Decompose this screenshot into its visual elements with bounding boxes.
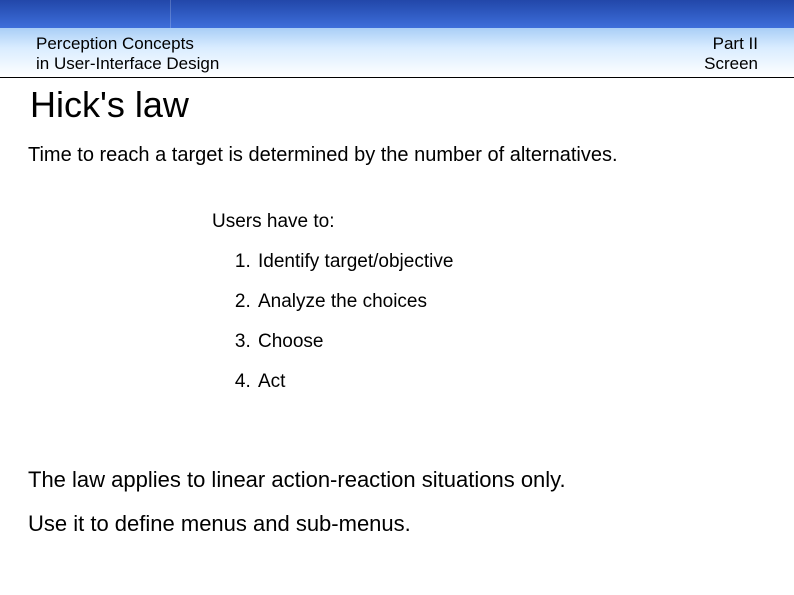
slide-title: Hick's law [0,78,794,128]
step-item: Act [256,371,794,393]
header-left-line2: in User-Interface Design [36,54,219,74]
top-bar-divider [170,0,171,28]
footer-line-1: The law applies to linear action-reactio… [28,467,766,493]
footer-block: The law applies to linear action-reactio… [28,467,766,555]
intro-text: Time to reach a target is determined by … [0,128,794,167]
header-right-line1: Part II [704,34,758,54]
header-left-line1: Perception Concepts [36,34,219,54]
header-right-line2: Screen [704,54,758,74]
step-item: Identify target/objective [256,251,794,273]
steps-lead: Users have to: [212,211,794,233]
step-item: Choose [256,331,794,353]
header-left: Perception Concepts in User-Interface De… [36,34,219,73]
footer-line-2: Use it to define menus and sub-menus. [28,511,766,537]
step-item: Analyze the choices [256,291,794,313]
top-bar [0,0,794,28]
steps-list: Identify target/objective Analyze the ch… [256,251,794,393]
header-right: Part II Screen [704,34,758,73]
slide: Perception Concepts in User-Interface De… [0,0,794,595]
steps-block: Users have to: Identify target/objective… [212,211,794,393]
header-band: Perception Concepts in User-Interface De… [0,28,794,78]
